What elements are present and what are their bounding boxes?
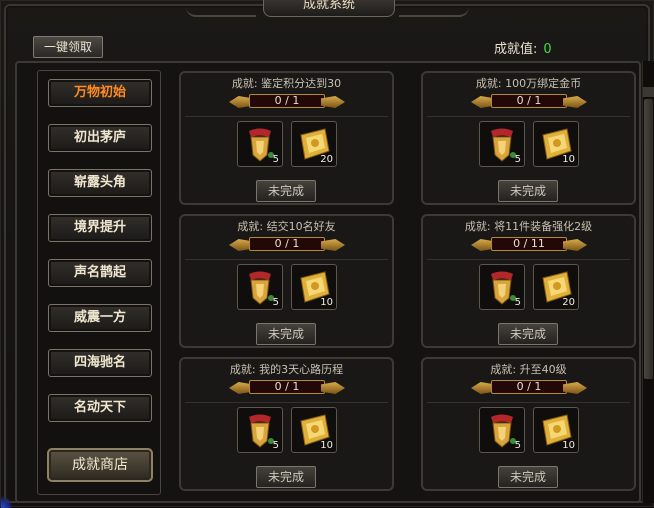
progress-wing-icon — [321, 239, 345, 251]
reward-slot[interactable]: 10 — [291, 407, 337, 453]
progress-text: 0 / 1 — [274, 237, 300, 250]
scrollbar[interactable] — [642, 61, 654, 503]
progress-track: 0 / 1 — [491, 94, 567, 108]
reward-slot[interactable]: 20 — [291, 121, 337, 167]
reward-slot[interactable]: 10 — [291, 264, 337, 310]
score-value: 0 — [543, 42, 552, 57]
sidebar-item-0[interactable]: 万物初始 — [48, 79, 152, 107]
reward-slot[interactable]: 20 — [533, 264, 579, 310]
progress-text: 0 / 1 — [274, 380, 300, 393]
achievement-card: 成就: 升至40级 0 / 1 5 10 未完成 — [421, 357, 636, 491]
achievement-card: 成就: 我的3天心路历程 0 / 1 5 10 未完成 — [179, 357, 394, 491]
sidebar-item-2[interactable]: 崭露头角 — [48, 169, 152, 197]
progress-bar: 0 / 1 — [229, 236, 345, 254]
achievement-title: 成就: 将11件装备强化2级 — [464, 220, 593, 233]
reward-count: 5 — [514, 154, 521, 165]
achievement-title: 成就: 结交10名好友 — [237, 220, 336, 233]
sidebar-item-4[interactable]: 声名鹊起 — [48, 259, 152, 287]
score-label: 成就值: — [494, 42, 538, 57]
reward-slot[interactable]: 10 — [533, 407, 579, 453]
reward-slot[interactable]: 5 — [237, 264, 283, 310]
corner-orb-icon — [1, 489, 17, 508]
scroll-up-arrow-icon[interactable] — [643, 87, 654, 97]
title-ornament-left — [186, 1, 256, 17]
achievement-card: 成就: 结交10名好友 0 / 1 5 10 未完成 — [179, 214, 394, 348]
progress-track: 0 / 1 — [249, 94, 325, 108]
progress-track: 0 / 1 — [249, 380, 325, 394]
status-button[interactable]: 未完成 — [498, 323, 558, 345]
sidebar-item-6[interactable]: 四海驰名 — [48, 349, 152, 377]
card-divider — [185, 259, 388, 260]
reward-count: 5 — [272, 297, 279, 308]
reward-count: 5 — [272, 440, 279, 451]
progress-track: 0 / 1 — [491, 380, 567, 394]
reward-count: 10 — [562, 154, 575, 165]
progress-track: 0 / 11 — [491, 237, 567, 251]
reward-count: 10 — [320, 440, 333, 451]
card-divider — [427, 259, 630, 260]
reward-count: 5 — [272, 154, 279, 165]
achievement-card: 成就: 100万绑定金币 0 / 1 5 10 未完成 — [421, 71, 636, 205]
reward-count: 20 — [562, 297, 575, 308]
reward-count: 10 — [562, 440, 575, 451]
reward-count: 20 — [320, 154, 333, 165]
progress-text: 0 / 1 — [274, 94, 300, 107]
card-divider — [185, 402, 388, 403]
card-divider — [427, 402, 630, 403]
status-button[interactable]: 未完成 — [498, 180, 558, 202]
reward-slot[interactable]: 5 — [237, 407, 283, 453]
status-button[interactable]: 未完成 — [256, 323, 316, 345]
claim-all-button[interactable]: 一键领取 — [33, 36, 103, 58]
progress-bar: 0 / 11 — [471, 236, 587, 254]
achievement-card: 成就: 鉴定积分达到30 0 / 1 5 20 未完成 — [179, 71, 394, 205]
achievement-card: 成就: 将11件装备强化2级 0 / 11 5 20 未完成 — [421, 214, 636, 348]
progress-bar: 0 / 1 — [229, 379, 345, 397]
reward-count: 5 — [514, 297, 521, 308]
status-button[interactable]: 未完成 — [256, 180, 316, 202]
sidebar-item-3[interactable]: 境界提升 — [48, 214, 152, 242]
achievement-score: 成就值: 0 — [494, 38, 552, 57]
progress-bar: 0 / 1 — [471, 379, 587, 397]
reward-slot[interactable]: 5 — [479, 121, 525, 167]
reward-slot[interactable]: 10 — [533, 121, 579, 167]
sidebar-item-5[interactable]: 威震一方 — [48, 304, 152, 332]
scroll-thumb[interactable] — [644, 99, 653, 379]
title-ornament-right — [399, 1, 469, 17]
progress-bar: 0 / 1 — [229, 93, 345, 111]
achievement-title: 成就: 我的3天心路历程 — [229, 363, 344, 376]
reward-count: 10 — [320, 297, 333, 308]
window-title: 成就系统 — [263, 0, 395, 17]
sidebar-item-7[interactable]: 名动天下 — [48, 394, 152, 422]
reward-slot[interactable]: 5 — [479, 407, 525, 453]
reward-count: 5 — [514, 440, 521, 451]
progress-text: 0 / 1 — [516, 380, 542, 393]
card-divider — [185, 116, 388, 117]
reward-slot[interactable]: 5 — [237, 121, 283, 167]
achievement-shop-button[interactable]: 成就商店 — [47, 448, 153, 482]
reward-slot[interactable]: 5 — [479, 264, 525, 310]
achievement-title: 成就: 升至40级 — [490, 363, 567, 376]
achievement-title: 成就: 100万绑定金币 — [475, 77, 582, 90]
sidebar-item-1[interactable]: 初出茅庐 — [48, 124, 152, 152]
status-button[interactable]: 未完成 — [256, 466, 316, 488]
progress-text: 0 / 1 — [516, 94, 542, 107]
progress-bar: 0 / 1 — [471, 93, 587, 111]
progress-wing-icon — [321, 96, 345, 108]
achievement-title: 成就: 鉴定积分达到30 — [231, 77, 342, 90]
card-divider — [427, 116, 630, 117]
status-button[interactable]: 未完成 — [498, 466, 558, 488]
progress-track: 0 / 1 — [249, 237, 325, 251]
progress-text: 0 / 11 — [513, 237, 545, 250]
achievement-window: 成就系统 一键领取 成就值: 0 万物初始 初出茅庐 崭露头角 境界提升 声名鹊起… — [0, 0, 654, 508]
